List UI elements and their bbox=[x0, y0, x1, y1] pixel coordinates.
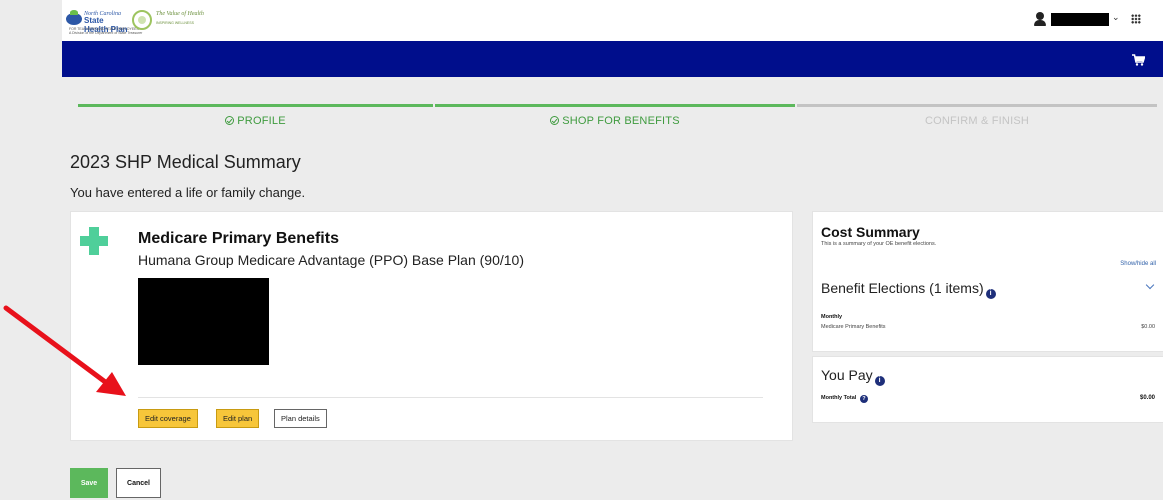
plan-details-button[interactable]: Plan details bbox=[274, 409, 327, 428]
page-title: 2023 SHP Medical Summary bbox=[70, 152, 301, 172]
check-circle-icon bbox=[550, 116, 560, 125]
info-icon[interactable]: ? bbox=[859, 395, 868, 403]
show-hide-all-link[interactable]: Show/hide all bbox=[1120, 261, 1156, 267]
step-label: SHOP FOR BENEFITS bbox=[562, 115, 680, 127]
benefit-elections-title[interactable]: Benefit Elections (1 items) i bbox=[821, 280, 996, 299]
step-confirm-finish: CONFIRM & FINISH bbox=[797, 104, 1157, 132]
edit-coverage-button[interactable]: Edit coverage bbox=[138, 409, 198, 428]
total-label-text: Monthly Total bbox=[821, 395, 857, 401]
you-pay-card: You Pay i Monthly Total ? $0.00 bbox=[812, 356, 1163, 423]
chevron-down-icon[interactable] bbox=[1145, 280, 1155, 290]
apple-logo-icon bbox=[66, 10, 82, 25]
cart-icon[interactable] bbox=[1132, 54, 1146, 68]
benefit-row-value: $0.00 bbox=[1141, 324, 1155, 330]
info-icon[interactable]: i bbox=[985, 289, 996, 299]
user-name-redacted[interactable] bbox=[1051, 13, 1109, 26]
user-menu[interactable]: ⌄ bbox=[993, 10, 1153, 30]
wellness-circle-icon bbox=[132, 10, 152, 30]
step-profile[interactable]: PROFILE bbox=[78, 104, 433, 132]
step-shop-for-benefits[interactable]: SHOP FOR BENEFITS bbox=[435, 104, 795, 132]
navigation-bar bbox=[62, 41, 1163, 77]
edit-plan-button[interactable]: Edit plan bbox=[216, 409, 260, 428]
state-health-plan-logo[interactable]: North Carolina State Health Plan FOR TEA… bbox=[66, 10, 142, 35]
step-label: PROFILE bbox=[237, 115, 286, 127]
cost-summary-subtitle: This is a summary of your OE benefit ele… bbox=[821, 241, 937, 247]
benefit-elections-label: Benefit Elections (1 items) bbox=[821, 280, 984, 296]
cancel-button[interactable]: Cancel bbox=[116, 468, 161, 498]
you-pay-title: You Pay i bbox=[821, 367, 885, 386]
plan-name: Humana Group Medicare Advantage (PPO) Ba… bbox=[138, 252, 524, 268]
frequency-label: Monthly bbox=[821, 314, 843, 320]
page-subtitle: You have entered a life or family change… bbox=[70, 185, 306, 200]
medical-plus-icon bbox=[80, 227, 108, 255]
divider bbox=[138, 397, 763, 398]
top-header: North Carolina State Health Plan FOR TEA… bbox=[62, 0, 1163, 41]
you-pay-label: You Pay bbox=[821, 367, 873, 383]
info-icon[interactable]: i bbox=[874, 376, 885, 386]
partner-logo: The Value of Health INSPIRING WELLNESS bbox=[132, 10, 204, 34]
monthly-total-label: Monthly Total ? bbox=[821, 395, 868, 403]
monthly-total-value: $0.00 bbox=[1139, 395, 1155, 401]
cost-summary-card: Cost Summary This is a summary of your O… bbox=[812, 211, 1163, 352]
check-circle-icon bbox=[225, 116, 235, 125]
red-arrow-annotation bbox=[3, 305, 126, 396]
progress-stepper: PROFILE SHOP FOR BENEFITS CONFIRM & FINI… bbox=[62, 104, 1163, 132]
step-label: CONFIRM & FINISH bbox=[924, 115, 1030, 127]
save-button[interactable]: Save bbox=[70, 468, 108, 498]
benefit-row-label: Medicare Primary Benefits bbox=[821, 324, 886, 330]
apps-grid-icon[interactable] bbox=[1131, 14, 1141, 24]
partner-logo-sub: INSPIRING WELLNESS bbox=[156, 21, 194, 25]
user-icon[interactable] bbox=[1033, 12, 1047, 26]
redacted-image bbox=[138, 278, 269, 365]
partner-logo-script: The Value of Health bbox=[156, 11, 204, 17]
cost-summary-title: Cost Summary bbox=[821, 224, 920, 240]
plan-category-title: Medicare Primary Benefits bbox=[138, 230, 339, 247]
chevron-down-icon[interactable]: ⌄ bbox=[1112, 12, 1120, 23]
plan-card: Medicare Primary Benefits Humana Group M… bbox=[70, 211, 793, 441]
